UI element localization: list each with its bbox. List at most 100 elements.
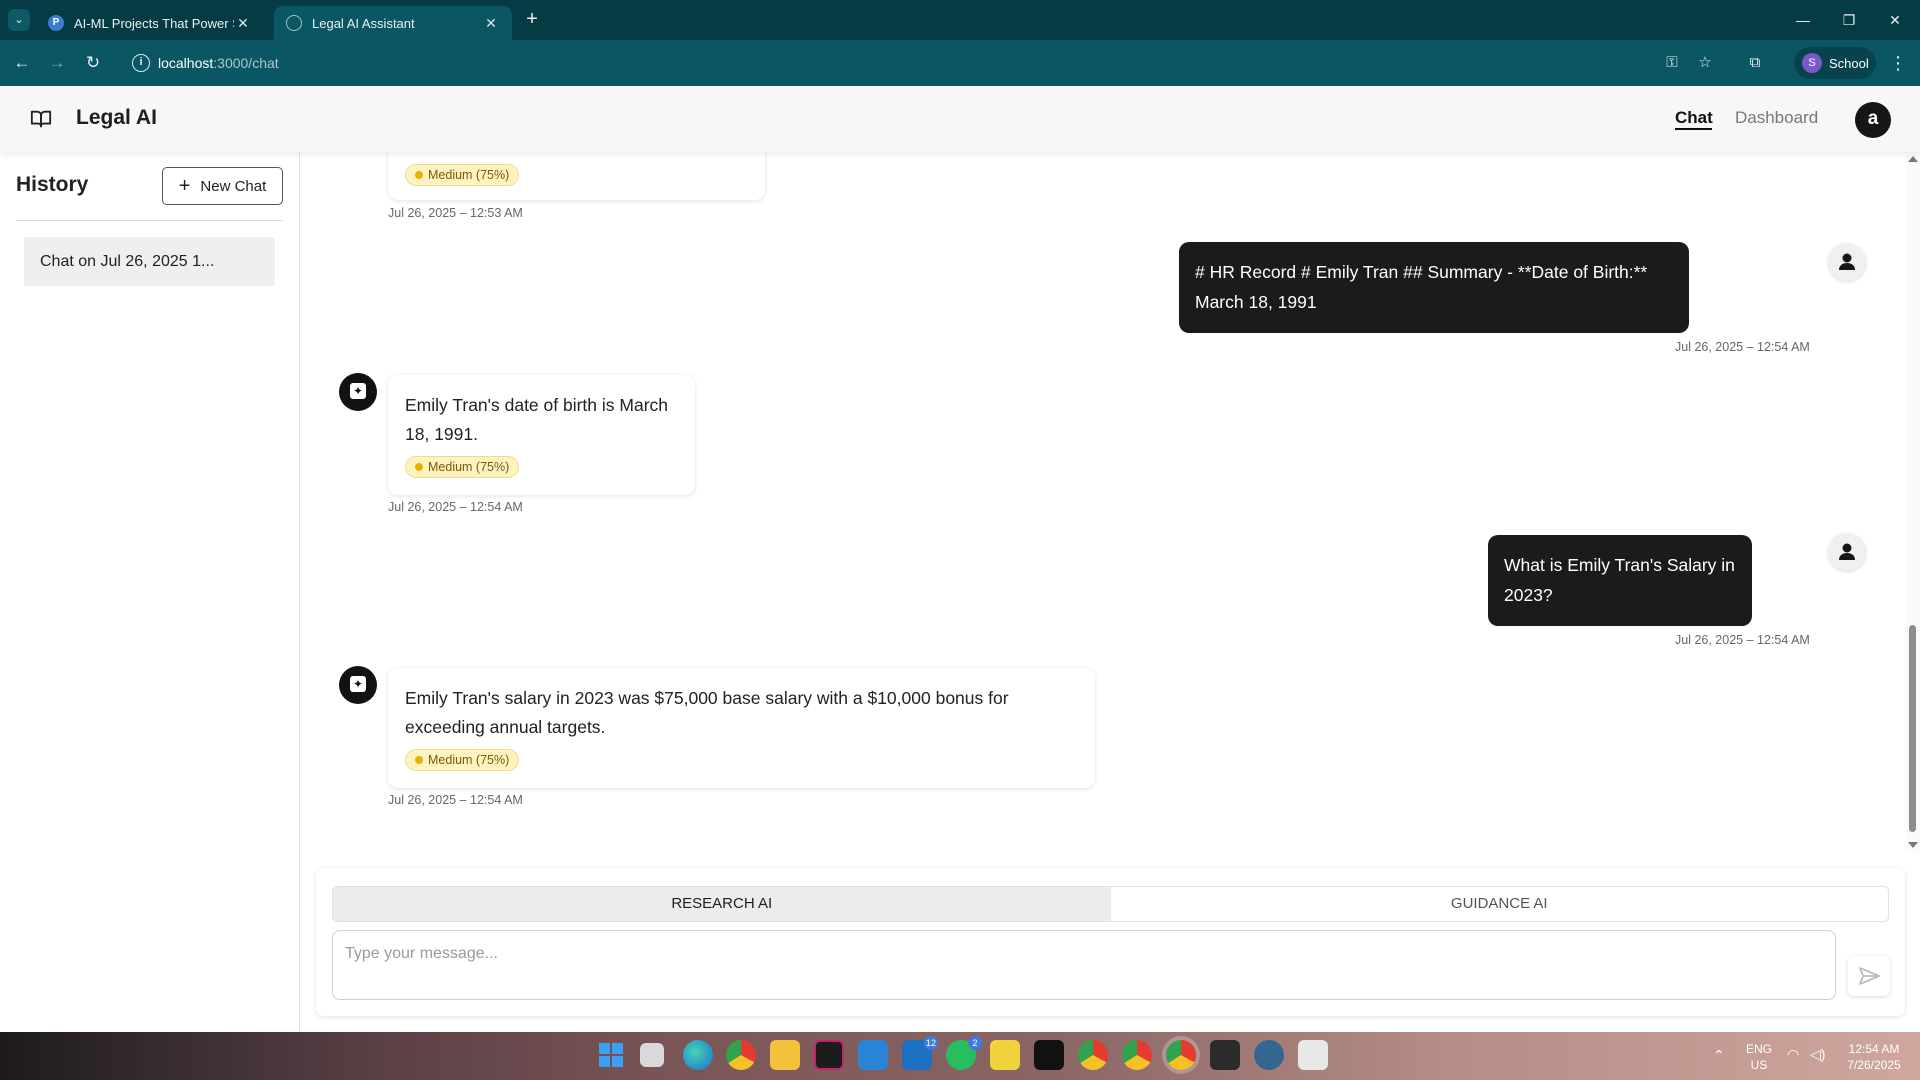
confidence-badge: Medium (75%) <box>405 749 520 771</box>
minimize-icon[interactable]: — <box>1780 8 1826 32</box>
tab-title: Legal AI Assistant <box>312 15 415 31</box>
research-ai-tab[interactable]: RESEARCH AI <box>333 887 1111 921</box>
globe-icon <box>286 15 302 31</box>
bot-message-text: Emily Tran's salary in 2023 was $75,000 … <box>405 688 1009 737</box>
postgres-icon[interactable] <box>1254 1040 1284 1070</box>
bookmark-star-icon[interactable]: ☆ <box>1694 52 1716 74</box>
profile-avatar: S <box>1802 53 1822 73</box>
site-info-icon[interactable]: i <box>132 54 150 72</box>
tray-chevron-up-icon[interactable]: ⌃ <box>1713 1047 1725 1064</box>
notion-icon[interactable] <box>1034 1040 1064 1070</box>
chrome-profile-icon[interactable] <box>1078 1040 1108 1070</box>
vscode-icon[interactable] <box>858 1040 888 1070</box>
browser-toolbar: ← → ↻ i localhost:3000/chat <box>0 40 1920 86</box>
file-manager-icon[interactable] <box>640 1043 664 1067</box>
confidence-badge: Medium (75%) <box>405 456 520 478</box>
whatsapp-icon[interactable]: 2 <box>946 1036 982 1070</box>
chrome-profile-icon[interactable] <box>1166 1040 1196 1070</box>
nav-dashboard-link[interactable]: Dashboard <box>1735 108 1818 128</box>
perplexity-icon: P <box>48 15 64 31</box>
bot-message-card: Emily Tran's date of birth is March 18, … <box>388 375 695 495</box>
ai-mode-toggle: RESEARCH AI GUIDANCE AI <box>332 886 1889 922</box>
message-timestamp: Jul 26, 2025 – 12:53 AM <box>388 206 523 220</box>
profile-name: School <box>1829 55 1869 71</box>
folder-icon[interactable] <box>770 1040 800 1070</box>
wifi-icon[interactable]: ◠ <box>1787 1046 1799 1063</box>
plus-icon: + <box>178 175 191 197</box>
user-message-avatar <box>1828 533 1866 571</box>
confidence-dot-icon <box>415 756 423 764</box>
book-icon[interactable] <box>30 108 52 130</box>
address-bar[interactable]: i localhost:3000/chat <box>124 46 1652 80</box>
volume-icon[interactable]: ◁) <box>1810 1046 1825 1063</box>
tab-search-chevron-icon[interactable]: ⌄ <box>8 9 30 31</box>
bot-message-text: Emily Tran's date of birth is March 18, … <box>405 395 669 444</box>
bot-avatar-icon: ✦ <box>339 373 377 411</box>
confidence-dot-icon <box>415 171 423 179</box>
scroll-up-icon[interactable] <box>1908 156 1918 162</box>
new-tab-button[interactable]: + <box>520 8 544 32</box>
url-text: localhost:3000/chat <box>158 55 279 71</box>
message-composer: RESEARCH AI GUIDANCE AI <box>316 868 1905 1016</box>
browser-tab-active[interactable]: Legal AI Assistant ✕ <box>274 6 512 40</box>
active-nav-indicator <box>1675 128 1712 130</box>
user-message-bubble: What is Emily Tran's Salary in 2023? <box>1488 535 1752 626</box>
chat-scrollbar[interactable] <box>1905 152 1920 852</box>
extensions-icon[interactable]: ⧉ <box>1744 52 1766 74</box>
confidence-badge: Medium (75%) <box>405 164 520 186</box>
chrome-icon[interactable] <box>726 1040 756 1070</box>
app-header: Legal AI Chat Dashboard a <box>0 86 1920 152</box>
send-icon <box>1859 967 1880 985</box>
edge-icon[interactable] <box>683 1040 713 1070</box>
sticky-notes-icon[interactable] <box>990 1040 1020 1070</box>
chat-messages: Medium (75%) Jul 26, 2025 – 12:53 AM # H… <box>300 152 1920 852</box>
nav-chat-link[interactable]: Chat <box>1675 108 1713 128</box>
message-timestamp: Jul 26, 2025 – 12:54 AM <box>1675 633 1810 647</box>
message-timestamp: Jul 26, 2025 – 12:54 AM <box>1675 340 1810 354</box>
profile-button[interactable]: S School <box>1794 47 1876 79</box>
scrollbar-thumb[interactable] <box>1909 625 1916 832</box>
guidance-ai-tab[interactable]: GUIDANCE AI <box>1111 887 1889 921</box>
tab-close-icon[interactable]: ✕ <box>482 15 500 32</box>
browser-tab-inactive[interactable]: P AI-ML Projects That Power SaaS ✕ <box>36 6 264 40</box>
browser-menu-icon[interactable]: ⋮ <box>1888 52 1908 74</box>
reload-icon[interactable]: ↻ <box>80 51 106 75</box>
confidence-dot-icon <box>415 463 423 471</box>
send-button[interactable] <box>1848 956 1890 996</box>
language-indicator[interactable]: ENG US <box>1744 1041 1774 1073</box>
clock[interactable]: 12:54 AM 7/26/2025 <box>1838 1041 1910 1073</box>
snipping-tool-icon[interactable] <box>1298 1040 1328 1070</box>
app-brand: Legal AI <box>76 106 157 129</box>
app-icon[interactable] <box>814 1040 844 1070</box>
person-icon <box>1839 543 1855 560</box>
user-message-avatar <box>1828 243 1866 281</box>
bot-avatar-icon: ✦ <box>339 666 377 704</box>
restore-icon[interactable]: ❐ <box>1826 8 1872 32</box>
person-icon <box>1839 253 1855 270</box>
terminal-icon[interactable] <box>1210 1040 1240 1070</box>
tab-title: AI-ML Projects That Power SaaS <box>74 15 234 31</box>
user-message-bubble: # HR Record # Emily Tran ## Summary - **… <box>1179 242 1689 333</box>
history-title: History <box>16 173 89 196</box>
windows-start-icon[interactable] <box>596 1040 626 1070</box>
sidebar-divider <box>16 220 283 221</box>
new-chat-button[interactable]: + New Chat <box>162 167 283 205</box>
history-sidebar: History + New Chat Chat on Jul 26, 2025 … <box>0 152 300 1032</box>
message-timestamp: Jul 26, 2025 – 12:54 AM <box>388 793 523 807</box>
bot-message-card: Emily Tran's salary in 2023 was $75,000 … <box>388 668 1095 788</box>
tab-close-icon[interactable]: ✕ <box>234 15 252 32</box>
new-chat-label: New Chat <box>200 177 267 195</box>
forward-icon[interactable]: → <box>44 51 70 75</box>
user-avatar[interactable]: a <box>1855 102 1891 138</box>
outlook-icon[interactable]: 12 <box>902 1036 938 1070</box>
windows-taskbar: 12 2 ⌃ ENG US ◠ ◁) 12:54 AM 7/26/2025 <box>0 1032 1920 1080</box>
bot-message-card: Medium (75%) <box>388 152 765 200</box>
password-key-icon[interactable]: ⚿ <box>1661 52 1683 74</box>
scroll-down-icon[interactable] <box>1908 842 1918 848</box>
window-close-icon[interactable]: ✕ <box>1872 8 1918 32</box>
back-icon[interactable]: ← <box>9 51 35 75</box>
message-input[interactable] <box>332 930 1836 1000</box>
history-item[interactable]: Chat on Jul 26, 2025 1... <box>24 237 275 286</box>
message-timestamp: Jul 26, 2025 – 12:54 AM <box>388 500 523 514</box>
chrome-profile-icon[interactable] <box>1122 1040 1152 1070</box>
